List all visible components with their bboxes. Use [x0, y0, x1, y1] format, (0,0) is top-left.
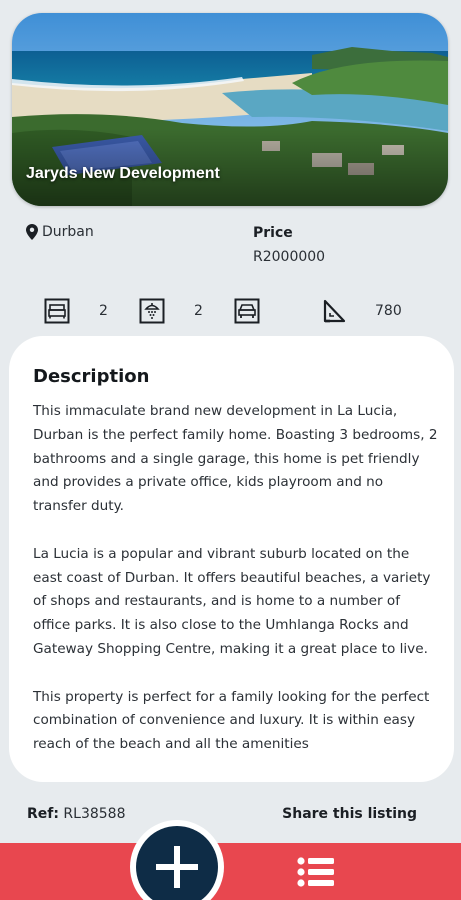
listing-location: Durban: [26, 224, 94, 240]
description-heading: Description: [33, 366, 150, 387]
list-icon[interactable]: [296, 856, 336, 888]
reference-number: Ref: RL38588: [27, 806, 126, 822]
description-paragraph: This property is perfect for a family lo…: [33, 688, 430, 753]
area-value: 780: [375, 303, 402, 319]
add-button-inner: [136, 826, 218, 900]
bed-icon: [44, 298, 70, 324]
plus-icon: [156, 846, 198, 888]
ref-label: Ref:: [27, 806, 59, 822]
description-paragraph: La Lucia is a popular and vibrant suburb…: [33, 545, 431, 657]
description-text: This immaculate brand new development in…: [33, 400, 438, 781]
map-pin-icon: [26, 224, 38, 240]
description-card[interactable]: Description This immaculate brand new de…: [9, 336, 454, 782]
location-text: Durban: [42, 224, 94, 240]
add-button[interactable]: [130, 820, 224, 900]
bathroom-count: 2: [194, 303, 203, 319]
ref-value: RL38588: [63, 806, 126, 822]
features-row: 2 2 780: [0, 298, 461, 326]
bath-icon: [139, 298, 165, 324]
bottom-nav-bar: [0, 843, 461, 900]
garage-icon: [234, 298, 260, 324]
price-label: Price: [253, 225, 293, 241]
listing-title: Jaryds New Development: [26, 165, 220, 182]
area-icon: [323, 299, 346, 323]
price-value: R2000000: [253, 249, 326, 265]
share-listing-link[interactable]: Share this listing: [282, 806, 417, 822]
listing-hero-image[interactable]: Jaryds New Development: [12, 13, 448, 206]
description-paragraph: This immaculate brand new development in…: [33, 403, 438, 515]
bedroom-count: 2: [99, 303, 108, 319]
